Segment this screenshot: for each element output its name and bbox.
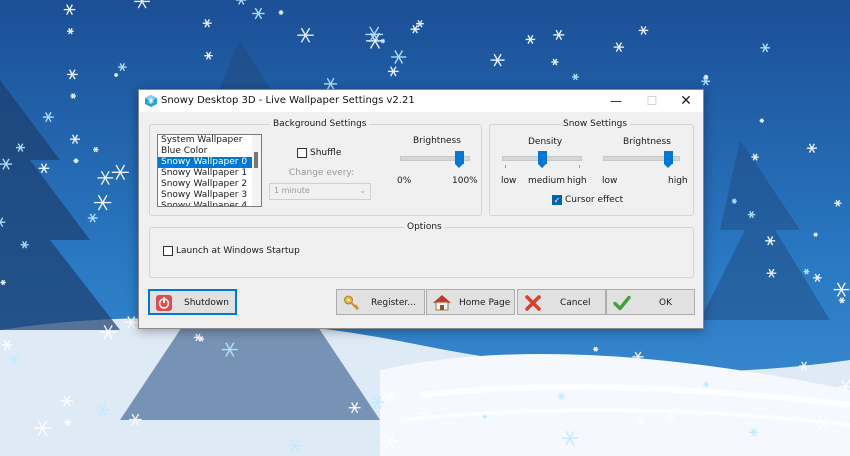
density-label: Density xyxy=(528,137,563,147)
cancel-button[interactable]: Cancel xyxy=(517,289,606,315)
bg-brightness-min: 0% xyxy=(397,176,412,186)
wallpaper-list-item[interactable]: Snowy Wallpaper 2 xyxy=(158,179,261,190)
wallpaper-list-scrollbar[interactable] xyxy=(252,135,261,206)
home-page-label: Home Page xyxy=(459,298,511,308)
cancel-label: Cancel xyxy=(560,298,591,308)
shuffle-label[interactable]: Shuffle xyxy=(310,148,341,158)
launch-startup-label[interactable]: Launch at Windows Startup xyxy=(176,246,300,256)
bg-brightness-thumb[interactable] xyxy=(454,151,464,168)
bg-brightness-label: Brightness xyxy=(413,136,461,146)
shutdown-label: Shutdown xyxy=(184,298,229,308)
home-page-button[interactable]: Home Page xyxy=(426,289,515,315)
density-high: high xyxy=(567,176,587,186)
density-tick xyxy=(505,165,506,168)
wallpaper-list-item[interactable]: System Wallpaper xyxy=(158,135,261,146)
wallpaper-list-scroll-thumb[interactable] xyxy=(254,152,258,168)
shutdown-button[interactable]: Shutdown xyxy=(148,289,237,315)
settings-dialog: Snowy Desktop 3D - Live Wallpaper Settin… xyxy=(138,89,704,329)
red-x-icon xyxy=(525,295,541,311)
chevron-down-icon: ⌄ xyxy=(359,186,366,195)
shuffle-checkbox[interactable] xyxy=(297,148,307,158)
change-every-select: 1 minute ⌄ xyxy=(269,183,371,200)
title-bar[interactable]: Snowy Desktop 3D - Live Wallpaper Settin… xyxy=(139,90,703,112)
wallpaper-list-item[interactable]: Snowy Wallpaper 3 xyxy=(158,190,261,201)
density-thumb[interactable] xyxy=(537,151,547,168)
maximize-button: ☐ xyxy=(646,94,658,108)
snow-settings-title: Snow Settings xyxy=(560,119,631,129)
snow-brightness-low: low xyxy=(602,176,618,186)
window-title: Snowy Desktop 3D - Live Wallpaper Settin… xyxy=(161,95,415,106)
wallpaper-list-item[interactable]: Snowy Wallpaper 0 xyxy=(158,157,261,168)
snow-brightness-label: Brightness xyxy=(623,137,671,147)
ok-label: OK xyxy=(659,298,672,308)
wallpaper-list-item[interactable]: Snowy Wallpaper 4 xyxy=(158,201,261,206)
wallpaper-list-item[interactable]: Blue Color xyxy=(158,146,261,157)
density-tick xyxy=(579,165,580,168)
snowflake-cube-icon xyxy=(145,95,157,107)
bg-brightness-max: 100% xyxy=(452,176,478,186)
cursor-effect-checkbox[interactable]: ✓ xyxy=(552,195,562,205)
close-button[interactable]: ✕ xyxy=(671,90,701,112)
background-settings-title: Background Settings xyxy=(270,119,370,129)
launch-startup-checkbox[interactable] xyxy=(163,246,173,256)
options-title: Options xyxy=(404,222,445,232)
house-icon xyxy=(433,294,451,311)
wallpaper-list-item[interactable]: Snowy Wallpaper 1 xyxy=(158,168,261,179)
ok-button[interactable]: OK xyxy=(606,289,695,315)
snow-brightness-high: high xyxy=(668,176,688,186)
density-low: low xyxy=(501,176,517,186)
key-icon xyxy=(344,295,359,311)
green-check-icon xyxy=(613,295,631,311)
change-every-value: 1 minute xyxy=(274,186,310,195)
density-medium: medium xyxy=(528,176,565,186)
change-every-label: Change every: xyxy=(289,168,355,178)
register-label: Register... xyxy=(371,298,416,308)
snow-brightness-thumb[interactable] xyxy=(664,151,674,168)
cursor-effect-label[interactable]: Cursor effect xyxy=(565,195,623,205)
register-button[interactable]: Register... xyxy=(336,289,425,315)
power-icon xyxy=(156,295,172,311)
minimize-button[interactable]: — xyxy=(601,90,631,112)
wallpaper-list[interactable]: System Wallpaper Blue Color Snowy Wallpape… xyxy=(157,134,262,207)
